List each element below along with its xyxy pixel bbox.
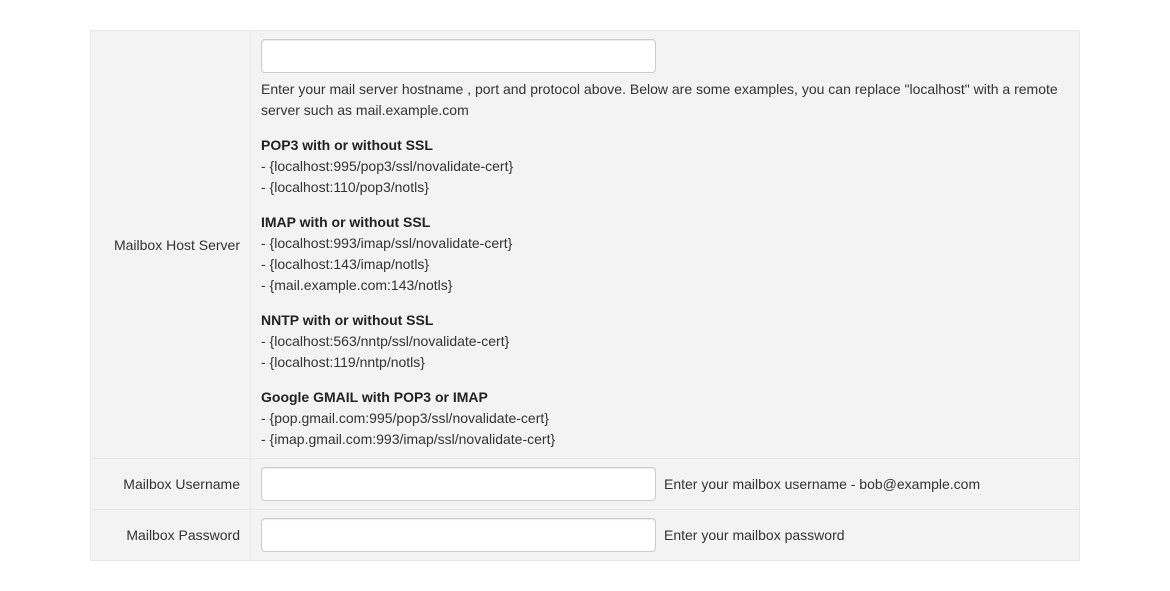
label-mailbox-username: Mailbox Username [91, 459, 251, 509]
row-mailbox-host: Mailbox Host Server Enter your mail serv… [90, 30, 1080, 459]
example-gmail: Google GMAIL with POP3 or IMAP - {pop.gm… [261, 387, 1069, 450]
mailbox-password-help: Enter your mailbox password [664, 527, 845, 543]
example-line: - {localhost:993/imap/ssl/novalidate-cer… [261, 233, 1069, 254]
example-line: - {localhost:563/nntp/ssl/novalidate-cer… [261, 331, 1069, 352]
example-nntp: NNTP with or without SSL - {localhost:56… [261, 310, 1069, 373]
label-mailbox-host: Mailbox Host Server [91, 31, 251, 458]
value-mailbox-password: Enter your mailbox password [251, 510, 1079, 560]
example-title: IMAP with or without SSL [261, 212, 1069, 233]
label-mailbox-password: Mailbox Password [91, 510, 251, 560]
mailbox-host-input[interactable] [261, 39, 656, 73]
example-title: POP3 with or without SSL [261, 135, 1069, 156]
mailbox-host-help: Enter your mail server hostname , port a… [261, 79, 1069, 121]
label-text: Mailbox Username [123, 476, 240, 492]
example-line: - {localhost:143/imap/notls} [261, 254, 1069, 275]
example-line: - {imap.gmail.com:993/imap/ssl/novalidat… [261, 429, 1069, 450]
mailbox-password-input[interactable] [261, 518, 656, 552]
row-mailbox-username: Mailbox Username Enter your mailbox user… [90, 459, 1080, 510]
mailbox-username-help: Enter your mailbox username - bob@exampl… [664, 476, 980, 492]
example-line: - {localhost:119/nntp/notls} [261, 352, 1069, 373]
row-mailbox-password: Mailbox Password Enter your mailbox pass… [90, 510, 1080, 561]
value-mailbox-username: Enter your mailbox username - bob@exampl… [251, 459, 1079, 509]
mailbox-username-input[interactable] [261, 467, 656, 501]
example-pop3: POP3 with or without SSL - {localhost:99… [261, 135, 1069, 198]
example-line: - {pop.gmail.com:995/pop3/ssl/novalidate… [261, 408, 1069, 429]
example-line: - {localhost:995/pop3/ssl/novalidate-cer… [261, 156, 1069, 177]
mailbox-settings-table: Mailbox Host Server Enter your mail serv… [90, 30, 1080, 561]
example-line: - {localhost:110/pop3/notls} [261, 177, 1069, 198]
example-title: Google GMAIL with POP3 or IMAP [261, 387, 1069, 408]
example-imap: IMAP with or without SSL - {localhost:99… [261, 212, 1069, 296]
example-title: NNTP with or without SSL [261, 310, 1069, 331]
label-text: Mailbox Host Server [114, 237, 240, 253]
label-text: Mailbox Password [126, 527, 240, 543]
value-mailbox-host: Enter your mail server hostname , port a… [251, 31, 1079, 458]
example-line: - {mail.example.com:143/notls} [261, 275, 1069, 296]
